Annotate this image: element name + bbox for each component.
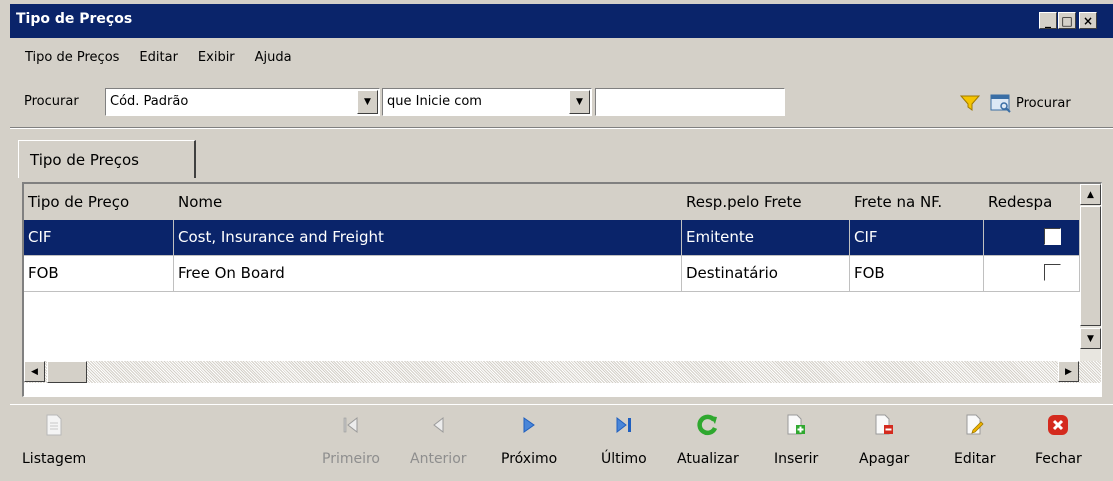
inserir-button[interactable]: Inserir [774,413,818,479]
tab-tipo-de-precos[interactable]: Tipo de Preços [18,140,196,178]
cell-tipo: CIF [24,220,174,256]
menu-editar[interactable]: Editar [137,48,180,70]
cell-nome: Free On Board [174,256,682,292]
minimize-icon: _ [1045,13,1051,28]
window-title: Tipo de Preços [16,11,133,27]
search-button-label: Procurar [1016,95,1071,111]
atualizar-button[interactable]: Atualizar [677,413,739,479]
bottom-toolbar: Listagem Primeiro Anterior Próximo Últim [10,404,1113,481]
apagar-label: Apagar [859,451,910,467]
apagar-button[interactable]: Apagar [859,413,909,479]
maximize-button[interactable]: □ [1058,12,1076,29]
title-bar[interactable]: Tipo de Preços _ □ × [10,4,1113,38]
proximo-button[interactable]: Próximo [501,413,557,479]
listagem-button[interactable]: Listagem [22,413,86,479]
minimize-button[interactable]: _ [1039,12,1057,29]
column-header-nome[interactable]: Nome [174,184,682,220]
search-mode-value: que Inicie com [387,94,482,109]
edit-document-icon [963,413,987,437]
grid-header: Tipo de Preço Nome Resp.pelo Frete Frete… [24,184,1080,220]
column-header-frete-nf[interactable]: Frete na NF. [850,184,984,220]
inserir-label: Inserir [774,451,819,467]
atualizar-label: Atualizar [677,451,739,467]
cell-redespacho [984,256,1080,292]
prices-grid: Tipo de Preço Nome Resp.pelo Frete Frete… [22,182,1102,397]
cell-resp-frete: Destinatário [682,256,850,292]
fechar-label: Fechar [1035,451,1082,467]
last-record-icon [612,413,636,437]
first-record-icon [339,413,363,437]
scroll-up-icon[interactable]: ▲ [1080,184,1101,205]
menu-ajuda[interactable]: Ajuda [253,48,294,70]
redespacho-checkbox[interactable] [1044,264,1061,281]
cell-redespacho [984,220,1080,256]
scroll-down-icon[interactable]: ▼ [1080,328,1101,349]
maximize-icon: □ [1061,13,1073,28]
primeiro-label: Primeiro [322,451,380,467]
horizontal-scroll-thumb[interactable] [47,361,87,383]
search-field-select[interactable]: Cód. Padrão ▼ [105,88,380,116]
search-bar: Procurar Cód. Padrão ▼ que Inicie com ▼ … [10,86,1113,120]
scroll-left-icon[interactable]: ◀ [24,361,45,382]
anterior-button[interactable]: Anterior [410,413,467,479]
ultimo-label: Último [601,451,647,467]
proximo-label: Próximo [501,451,558,467]
anterior-label: Anterior [410,451,467,467]
filter-icon[interactable] [960,94,980,112]
search-window-icon [990,94,1011,113]
vertical-scroll-thumb[interactable] [1080,206,1101,326]
vertical-scrollbar[interactable]: ▲ ▼ [1080,184,1101,361]
horizontal-scrollbar[interactable]: ◀ ▶ [24,361,1101,383]
fechar-button[interactable]: Fechar [1035,413,1082,479]
editar-label: Editar [954,451,996,467]
editar-button[interactable]: Editar [954,413,995,479]
previous-record-icon [426,413,450,437]
column-header-resp-frete[interactable]: Resp.pelo Frete [682,184,850,220]
search-label: Procurar [24,94,79,109]
search-mode-select[interactable]: que Inicie com ▼ [382,88,592,116]
table-row[interactable]: CIF Cost, Insurance and Freight Emitente… [24,220,1080,256]
ultimo-button[interactable]: Último [601,413,647,479]
menu-bar: Tipo de Preços Editar Exibir Ajuda [10,48,310,70]
refresh-icon [696,413,720,437]
search-button[interactable]: Procurar [990,90,1071,116]
dropdown-arrow-icon[interactable]: ▼ [357,90,378,114]
report-icon [42,413,66,437]
redespacho-checkbox[interactable] [1044,228,1061,245]
separator [10,127,1113,129]
menu-tipo-de-precos[interactable]: Tipo de Preços [23,48,121,70]
cell-frete-nf: CIF [850,220,984,256]
next-record-icon [517,413,541,437]
close-icon [1046,413,1070,437]
cell-frete-nf: FOB [850,256,984,292]
table-row[interactable]: FOB Free On Board Destinatário FOB [24,256,1080,292]
search-input[interactable] [595,88,785,116]
scroll-right-icon[interactable]: ▶ [1058,361,1079,382]
primeiro-button[interactable]: Primeiro [322,413,380,479]
app-window: Tipo de Preços _ □ × Tipo de Preços Edit… [0,0,1113,481]
insert-document-icon [784,413,808,437]
cell-tipo: FOB [24,256,174,292]
listagem-label: Listagem [22,451,87,467]
column-header-tipo[interactable]: Tipo de Preço [24,184,174,220]
dropdown-arrow-icon[interactable]: ▼ [569,90,590,114]
tab-label: Tipo de Preços [30,150,139,169]
search-field-value: Cód. Padrão [110,94,189,109]
menu-exibir[interactable]: Exibir [196,48,237,70]
cell-nome: Cost, Insurance and Freight [174,220,682,256]
close-window-button[interactable]: × [1079,12,1097,29]
cell-resp-frete: Emitente [682,220,850,256]
column-header-redespacho[interactable]: Redespa [984,184,1080,220]
delete-document-icon [872,413,896,437]
close-icon: × [1082,13,1094,28]
